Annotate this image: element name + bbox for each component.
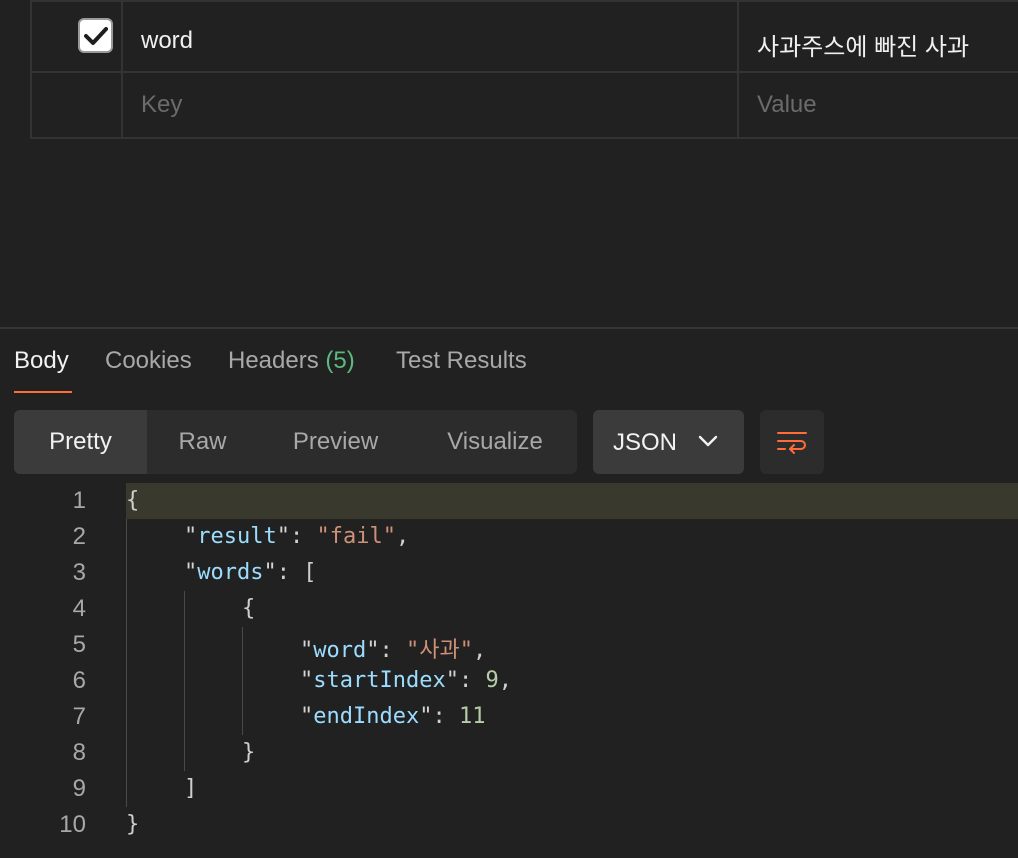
line-number: 5: [72, 631, 86, 658]
param-enabled-checkbox[interactable]: [78, 18, 113, 53]
active-tab-indicator: [14, 391, 72, 393]
line-number: 4: [72, 595, 86, 622]
line-number: 7: [72, 703, 86, 730]
format-select[interactable]: JSON: [593, 410, 744, 474]
code-line: 1 {: [0, 483, 1018, 519]
json-string-value: 사과: [419, 638, 460, 663]
tab-body-label: Body: [14, 347, 69, 374]
json-key: startIndex: [313, 668, 446, 693]
line-number: 2: [72, 523, 86, 550]
code-text: {: [126, 488, 140, 513]
code-text: }: [242, 740, 256, 765]
param-row-new: Key Value: [32, 73, 1018, 137]
param-row: word 사과주스에 빠진 사과: [32, 0, 1018, 73]
json-key: words: [197, 560, 264, 585]
line-number: 9: [72, 775, 86, 802]
wrap-lines-icon: [777, 432, 807, 454]
line-number: 3: [72, 559, 86, 586]
view-raw-button[interactable]: Raw: [147, 410, 258, 474]
view-visualize-button[interactable]: Visualize: [413, 410, 577, 474]
chevron-down-icon: [698, 435, 718, 447]
code-line: 5 "word": "사과",: [0, 627, 1018, 663]
tab-headers[interactable]: Headers (5): [228, 347, 355, 375]
query-params-table: word 사과주스에 빠진 사과 Key Value: [30, 0, 1018, 139]
column-divider: [737, 2, 739, 71]
code-text: "words": [: [184, 560, 317, 585]
param-key[interactable]: word: [141, 27, 193, 55]
line-number: 8: [72, 739, 86, 766]
line-number: 10: [59, 811, 86, 838]
code-text: "endIndex": 11: [300, 704, 486, 729]
pane-resize-divider[interactable]: [0, 327, 1018, 329]
json-number-value: 11: [458, 704, 486, 729]
headers-count-badge: (5): [325, 347, 355, 374]
line-number: 6: [72, 667, 86, 694]
code-line: 7 "endIndex": 11: [0, 699, 1018, 735]
code-text: "startIndex": 9,: [300, 668, 512, 693]
line-number: 1: [72, 487, 86, 514]
format-select-value: JSON: [613, 429, 678, 456]
postman-request-pane: word 사과주스에 빠진 사과 Key Value Body Cookies …: [0, 0, 1018, 858]
response-body-code-view[interactable]: 1 { 2 "result": "fail", 3 "words": [ 4 {…: [0, 483, 1018, 858]
tab-cookies[interactable]: Cookies: [105, 347, 192, 375]
json-key: result: [197, 524, 277, 549]
param-key-input[interactable]: Key: [141, 91, 182, 119]
code-text: {: [242, 596, 256, 621]
tab-test-results-label: Test Results: [396, 347, 527, 374]
code-line: 6 "startIndex": 9,: [0, 663, 1018, 699]
wrap-lines-button[interactable]: [760, 410, 824, 474]
column-divider: [121, 73, 123, 137]
code-text: "word": "사과",: [300, 638, 487, 663]
tab-headers-label: Headers: [228, 347, 319, 374]
code-line: 2 "result": "fail",: [0, 519, 1018, 555]
view-preview-button[interactable]: Preview: [258, 410, 413, 474]
tab-test-results[interactable]: Test Results: [396, 347, 527, 375]
json-number-value: 9: [485, 668, 499, 693]
code-line: 3 "words": [: [0, 555, 1018, 591]
param-value[interactable]: 사과주스에 빠진 사과: [757, 27, 969, 62]
code-line: 10 }: [0, 807, 1018, 843]
json-key: word: [313, 638, 367, 663]
column-divider: [737, 73, 739, 137]
json-key: endIndex: [313, 704, 420, 729]
json-string-value: fail: [329, 524, 383, 549]
code-text: "result": "fail",: [184, 524, 410, 549]
code-line: 8 }: [0, 735, 1018, 771]
check-icon: [83, 26, 108, 45]
column-divider: [121, 2, 123, 71]
code-text: }: [126, 812, 140, 837]
param-value-input[interactable]: Value: [757, 91, 817, 119]
tab-body[interactable]: Body: [14, 347, 69, 375]
body-view-mode-group: Pretty Raw Preview Visualize: [14, 410, 577, 474]
code-text: ]: [184, 776, 198, 801]
code-line: 9 ]: [0, 771, 1018, 807]
tab-cookies-label: Cookies: [105, 347, 192, 374]
view-pretty-button[interactable]: Pretty: [14, 410, 147, 474]
code-line: 4 {: [0, 591, 1018, 627]
